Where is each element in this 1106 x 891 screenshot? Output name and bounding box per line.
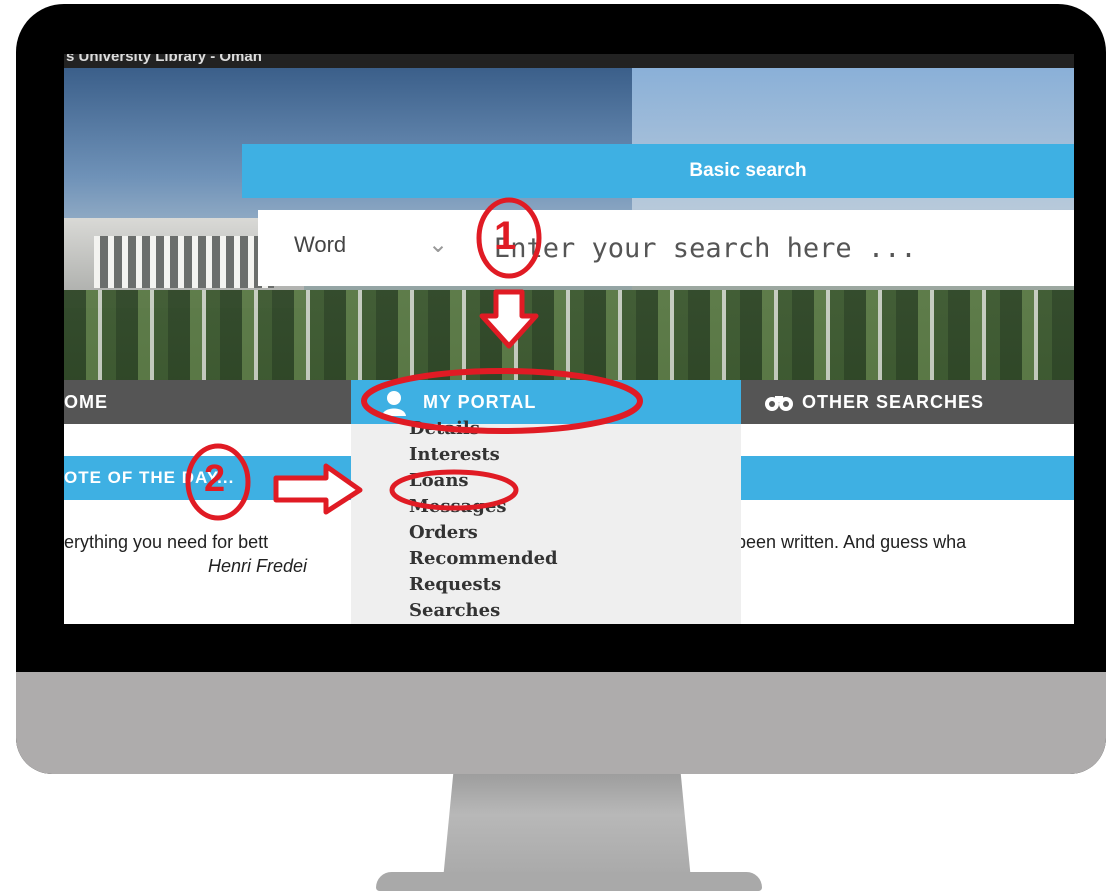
hero-banner: Basic search Word ⌄ (64, 68, 1074, 380)
menu-item-searches[interactable]: Searches (409, 600, 500, 621)
monitor-chin (16, 672, 1106, 774)
nav-my-portal-label: MY PORTAL (423, 392, 537, 412)
search-type-select[interactable]: Word (294, 232, 346, 258)
menu-item-interests[interactable]: Interests (409, 444, 500, 465)
main-nav: OME MY PORTAL OTHER SEARCHES (64, 380, 1074, 424)
quote-text-continued: been written. And guess wha (736, 532, 967, 552)
nav-other-searches[interactable]: OTHER SEARCHES (764, 380, 984, 424)
binoculars-icon (765, 396, 793, 411)
palm-trees-image (64, 290, 1074, 380)
menu-item-requests[interactable]: Requests (409, 574, 501, 595)
menu-item-recommended[interactable]: Recommended (409, 548, 558, 569)
menu-item-details[interactable]: Details (409, 418, 480, 439)
chevron-down-icon[interactable]: ⌄ (428, 230, 448, 259)
quote-author: Henri Fredei (208, 556, 308, 576)
nav-home[interactable]: OME (64, 380, 108, 424)
monitor-frame: s University Library - Oman Basic search… (16, 4, 1106, 774)
search-row: Word ⌄ (258, 210, 1074, 286)
menu-item-messages[interactable]: Messages (409, 496, 506, 517)
monitor-stand-base (376, 872, 762, 891)
window-title: s University Library - Oman (64, 54, 1074, 68)
menu-item-loans[interactable]: Loans (409, 470, 469, 491)
my-portal-dropdown: Details Interests Loans Messages Orders … (351, 418, 741, 624)
building-pillars (94, 236, 274, 288)
screen: s University Library - Oman Basic search… (64, 54, 1074, 624)
nav-other-searches-label: OTHER SEARCHES (802, 392, 985, 412)
quote-text: erything you need for bett (64, 532, 269, 552)
monitor-stand-neck (442, 770, 692, 882)
basic-search-heading: Basic search (242, 144, 1074, 198)
menu-item-orders[interactable]: Orders (409, 522, 478, 543)
user-icon (382, 391, 406, 416)
search-input[interactable] (494, 220, 1054, 276)
